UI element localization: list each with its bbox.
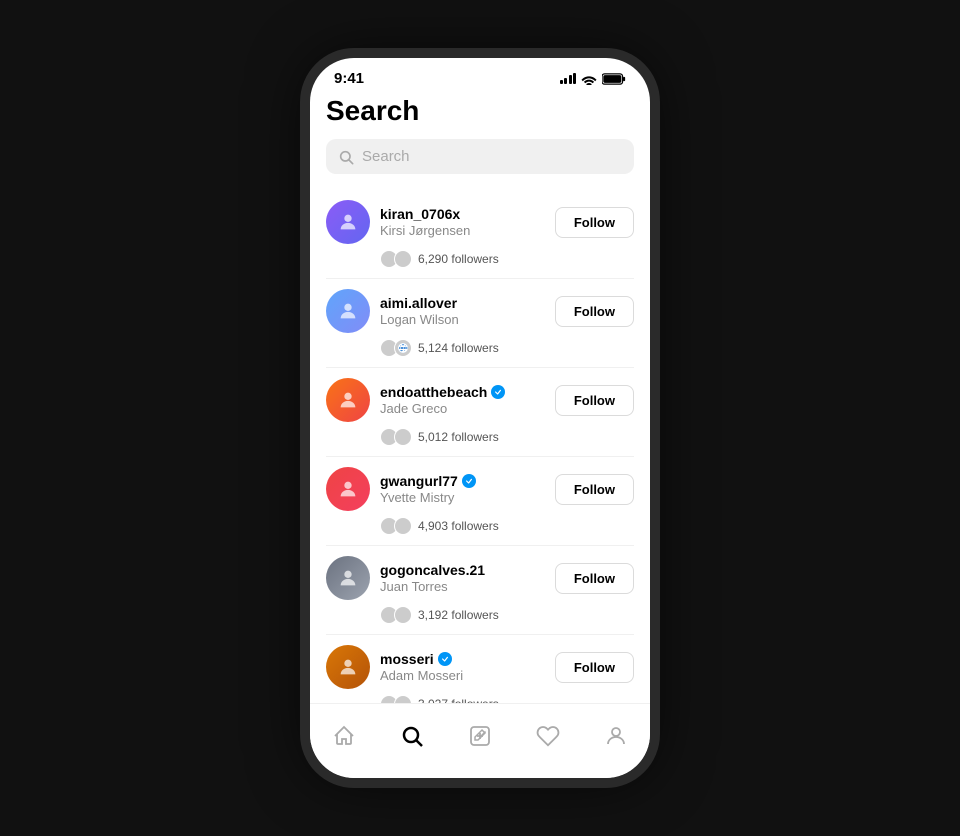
list-item: aimi.allover Logan Wilson Follow 5,124 f… bbox=[326, 279, 634, 368]
username: aimi.allover bbox=[380, 295, 457, 311]
verified-badge bbox=[462, 474, 476, 488]
realname: Logan Wilson bbox=[380, 312, 545, 327]
status-time: 9:41 bbox=[334, 70, 364, 87]
status-bar: 9:41 bbox=[310, 58, 650, 91]
followers-row: 5,012 followers bbox=[380, 428, 634, 446]
followers-count: 5,012 followers bbox=[418, 430, 499, 444]
mini-avatar bbox=[394, 517, 412, 535]
followers-row: 3,027 followers bbox=[380, 695, 634, 703]
nav-search[interactable] bbox=[390, 714, 434, 758]
compose-icon bbox=[468, 724, 492, 748]
realname: Yvette Mistry bbox=[380, 490, 545, 505]
avatar[interactable] bbox=[326, 467, 370, 511]
nav-home[interactable] bbox=[322, 714, 366, 758]
heart-icon bbox=[536, 724, 560, 748]
followers-row: 4,903 followers bbox=[380, 517, 634, 535]
follow-button[interactable]: Follow bbox=[555, 563, 634, 594]
followers-count: 6,290 followers bbox=[418, 252, 499, 266]
followers-row: 3,192 followers bbox=[380, 606, 634, 624]
followers-count: 4,903 followers bbox=[418, 519, 499, 533]
realname: Adam Mosseri bbox=[380, 668, 545, 683]
list-item: endoatthebeach Jade Greco Follow 5,012 f… bbox=[326, 368, 634, 457]
user-info: endoatthebeach Jade Greco bbox=[380, 384, 545, 416]
follow-button[interactable]: Follow bbox=[555, 474, 634, 505]
battery-icon bbox=[602, 73, 626, 85]
follower-avatars bbox=[380, 250, 412, 268]
user-main-row: endoatthebeach Jade Greco Follow bbox=[326, 378, 634, 422]
page-title: Search bbox=[326, 95, 634, 127]
status-icons bbox=[560, 73, 627, 85]
realname: Juan Torres bbox=[380, 579, 545, 594]
username-row: gwangurl77 bbox=[380, 473, 545, 489]
user-info: gwangurl77 Yvette Mistry bbox=[380, 473, 545, 505]
list-item: gogoncalves.21 Juan Torres Follow 3,192 … bbox=[326, 546, 634, 635]
follow-button[interactable]: Follow bbox=[555, 385, 634, 416]
username: endoatthebeach bbox=[380, 384, 487, 400]
search-input-placeholder: Search bbox=[362, 148, 410, 165]
username-row: gogoncalves.21 bbox=[380, 562, 545, 578]
followers-count: 5,124 followers bbox=[418, 341, 499, 355]
user-info: kiran_0706x Kirsi Jørgensen bbox=[380, 206, 545, 238]
search-icon bbox=[338, 149, 354, 165]
user-info: gogoncalves.21 Juan Torres bbox=[380, 562, 545, 594]
nav-profile[interactable] bbox=[594, 714, 638, 758]
username: gwangurl77 bbox=[380, 473, 458, 489]
nav-activity[interactable] bbox=[526, 714, 570, 758]
user-main-row: aimi.allover Logan Wilson Follow bbox=[326, 289, 634, 333]
search-nav-icon bbox=[400, 724, 424, 748]
followers-row: 5,124 followers bbox=[380, 339, 634, 357]
user-info: mosseri Adam Mosseri bbox=[380, 651, 545, 683]
list-item: mosseri Adam Mosseri Follow 3,027 follow… bbox=[326, 635, 634, 703]
verified-badge bbox=[438, 652, 452, 666]
follow-button[interactable]: Follow bbox=[555, 296, 634, 327]
realname: Jade Greco bbox=[380, 401, 545, 416]
followers-count: 3,192 followers bbox=[418, 608, 499, 622]
list-item: gwangurl77 Yvette Mistry Follow 4,903 fo… bbox=[326, 457, 634, 546]
mini-avatar bbox=[394, 250, 412, 268]
avatar[interactable] bbox=[326, 289, 370, 333]
follow-button[interactable]: Follow bbox=[555, 207, 634, 238]
follower-avatars bbox=[380, 517, 412, 535]
bottom-nav bbox=[310, 703, 650, 778]
username-row: endoatthebeach bbox=[380, 384, 545, 400]
username-row: mosseri bbox=[380, 651, 545, 667]
avatar[interactable] bbox=[326, 556, 370, 600]
user-main-row: gwangurl77 Yvette Mistry Follow bbox=[326, 467, 634, 511]
username: kiran_0706x bbox=[380, 206, 460, 222]
user-info: aimi.allover Logan Wilson bbox=[380, 295, 545, 327]
wifi-icon bbox=[581, 73, 597, 85]
realname: Kirsi Jørgensen bbox=[380, 223, 545, 238]
phone-shell: 9:41 Search Search bbox=[310, 58, 650, 778]
signal-icon bbox=[560, 73, 577, 84]
avatar[interactable] bbox=[326, 378, 370, 422]
user-main-row: gogoncalves.21 Juan Torres Follow bbox=[326, 556, 634, 600]
home-icon bbox=[332, 724, 356, 748]
follow-button[interactable]: Follow bbox=[555, 652, 634, 683]
username: gogoncalves.21 bbox=[380, 562, 485, 578]
avatar[interactable] bbox=[326, 645, 370, 689]
follower-avatars bbox=[380, 339, 412, 357]
user-main-row: mosseri Adam Mosseri Follow bbox=[326, 645, 634, 689]
nav-compose[interactable] bbox=[458, 714, 502, 758]
mini-avatar bbox=[394, 695, 412, 703]
follower-avatars bbox=[380, 428, 412, 446]
user-list: kiran_0706x Kirsi Jørgensen Follow 6,290… bbox=[326, 190, 634, 703]
list-item: kiran_0706x Kirsi Jørgensen Follow 6,290… bbox=[326, 190, 634, 279]
content-area: Search Search kiran_0706x Kirsi Jørge bbox=[310, 91, 650, 703]
username-row: kiran_0706x bbox=[380, 206, 545, 222]
user-main-row: kiran_0706x Kirsi Jørgensen Follow bbox=[326, 200, 634, 244]
username: mosseri bbox=[380, 651, 434, 667]
follower-avatars bbox=[380, 695, 412, 703]
verified-badge bbox=[491, 385, 505, 399]
profile-icon bbox=[604, 724, 628, 748]
username-row: aimi.allover bbox=[380, 295, 545, 311]
mini-avatar bbox=[394, 339, 412, 357]
avatar[interactable] bbox=[326, 200, 370, 244]
follower-avatars bbox=[380, 606, 412, 624]
mini-avatar bbox=[394, 428, 412, 446]
mini-avatar bbox=[394, 606, 412, 624]
search-bar[interactable]: Search bbox=[326, 139, 634, 174]
followers-row: 6,290 followers bbox=[380, 250, 634, 268]
